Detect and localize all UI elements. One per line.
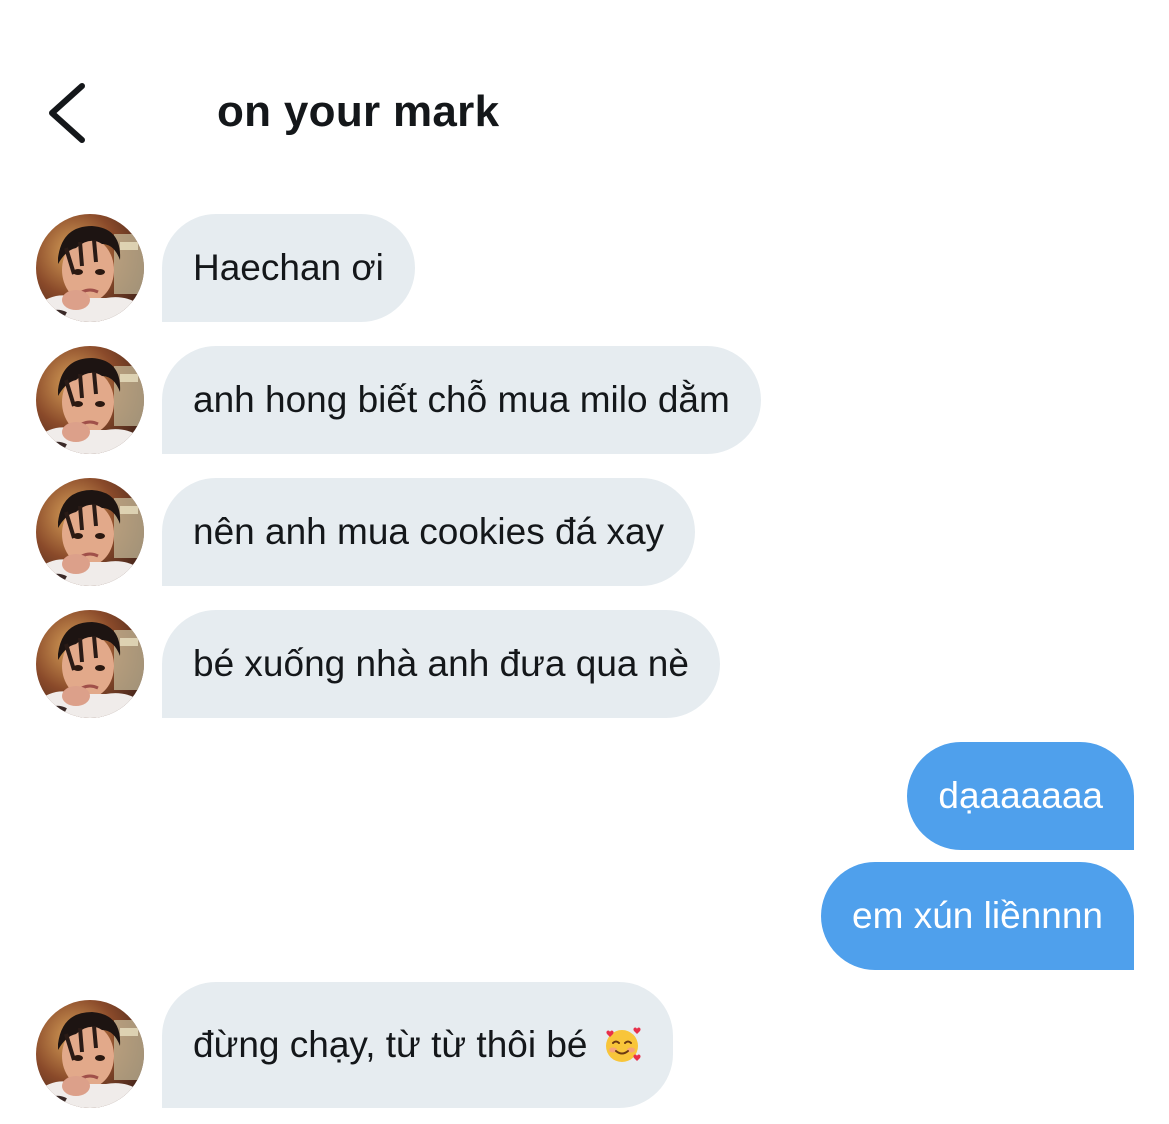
avatar[interactable] [36, 610, 144, 718]
message-row-outgoing: dạaaaaaa [0, 742, 1169, 850]
message-bubble-outgoing[interactable]: em xún liềnnnn [821, 862, 1134, 970]
message-bubble-incoming[interactable]: nên anh mua cookies đá xay [162, 478, 696, 586]
chat-header: on your mark [0, 0, 1169, 200]
back-button[interactable] [40, 78, 100, 148]
avatar[interactable] [36, 1000, 144, 1108]
chevron-left-icon [49, 83, 85, 143]
message-bubble-outgoing[interactable]: dạaaaaaa [907, 742, 1134, 850]
avatar[interactable] [36, 478, 144, 586]
message-row-outgoing: em xún liềnnnn [0, 862, 1169, 970]
message-row-incoming: bé xuống nhà anh đưa qua nè [0, 610, 1169, 718]
message-bubble-incoming[interactable]: anh hong biết chỗ mua milo dằm [162, 346, 761, 454]
message-row-incoming: anh hong biết chỗ mua milo dằm [0, 346, 1169, 454]
message-bubble-incoming[interactable]: Haechan ơi [162, 214, 415, 322]
conversation-title: on your mark [217, 87, 500, 136]
message-row-incoming: đừng chạy, từ từ thôi bé [0, 982, 1169, 1108]
avatar[interactable] [36, 346, 144, 454]
message-row-incoming: Haechan ơi [0, 214, 1169, 322]
message-text: đừng chạy, từ từ thôi bé [193, 1024, 588, 1065]
message-bubble-incoming[interactable]: bé xuống nhà anh đưa qua nè [162, 610, 720, 718]
smiling-face-with-hearts-icon [602, 990, 642, 1062]
message-bubble-incoming[interactable]: đừng chạy, từ từ thôi bé [162, 982, 673, 1108]
message-row-incoming: nên anh mua cookies đá xay [0, 478, 1169, 586]
avatar[interactable] [36, 214, 144, 322]
